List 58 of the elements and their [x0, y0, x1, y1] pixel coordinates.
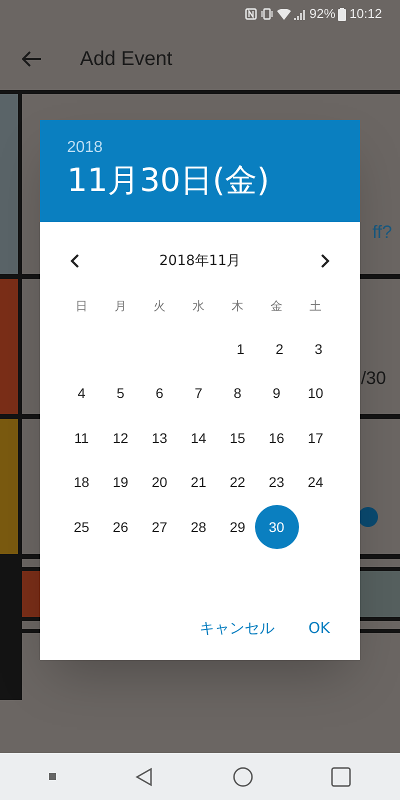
clock: 10:12: [349, 5, 382, 24]
calendar-day[interactable]: 7: [180, 376, 216, 412]
dialog-button[interactable]: キャンセル: [189, 610, 284, 646]
calendar-day[interactable]: 21: [180, 464, 216, 501]
calendar-day[interactable]: 18: [64, 464, 100, 501]
calendar-day[interactable]: 10: [298, 376, 334, 412]
calendar-day[interactable]: 16: [258, 420, 294, 456]
vibrate-icon: [260, 8, 274, 20]
calendar-day[interactable]: 9: [258, 376, 294, 412]
selected-date: 11月30日(金): [67, 160, 270, 201]
calendar-day[interactable]: 11: [64, 420, 100, 456]
calendar-day[interactable]: 13: [142, 420, 178, 456]
weekday-label: 火: [152, 298, 166, 315]
calendar-day[interactable]: 14: [180, 420, 216, 456]
back-icon[interactable]: [134, 766, 154, 786]
calendar-day[interactable]: 19: [102, 464, 138, 501]
month-title: 2018年11月: [159, 252, 241, 270]
nfc-icon: [245, 8, 258, 20]
calendar-day[interactable]: 22: [220, 464, 256, 501]
battery-icon: [338, 8, 346, 20]
calendar-day[interactable]: 5: [102, 376, 138, 412]
weekday-label: 水: [192, 298, 206, 315]
calendar-day[interactable]: 23: [258, 464, 294, 501]
calendar-day[interactable]: 28: [180, 509, 216, 546]
calendar-day[interactable]: 20: [142, 464, 178, 501]
date-value: /30: [360, 367, 386, 390]
calendar-day[interactable]: 27: [142, 509, 178, 546]
wifi-icon: [277, 8, 292, 20]
calendar-day[interactable]: 8: [220, 376, 256, 412]
chevron-right-icon[interactable]: [320, 254, 330, 268]
weekday-label: 金: [270, 298, 284, 315]
weekday-label: 月: [114, 298, 128, 315]
battery-percent: 92%: [309, 5, 336, 24]
calendar-day[interactable]: 26: [102, 509, 138, 546]
calendar-day[interactable]: 12: [102, 420, 138, 456]
home-icon[interactable]: [232, 766, 253, 786]
calendar-day[interactable]: 3: [300, 331, 336, 368]
calendar-day[interactable]: 1: [222, 331, 258, 368]
calendar-day[interactable]: 30: [254, 505, 298, 550]
weekday-label: 日: [74, 298, 88, 315]
color-block: [22, 571, 42, 617]
weekday-label: 木: [230, 298, 244, 315]
weekday-label: 土: [308, 298, 322, 315]
calendar-day[interactable]: 4: [64, 376, 100, 412]
calendar-day[interactable]: 2: [262, 331, 298, 368]
slider-knob[interactable]: [358, 506, 378, 526]
calendar-day[interactable]: 15: [220, 420, 256, 456]
calendar-day[interactable]: 29: [220, 509, 256, 546]
calendar-day[interactable]: 6: [142, 376, 178, 412]
back-arrow-icon[interactable]: [22, 51, 42, 67]
signal-icon: [294, 8, 306, 20]
calendar-day[interactable]: 24: [298, 464, 334, 501]
dialog-button[interactable]: OK: [298, 610, 340, 646]
screen-title: Add Event: [80, 47, 172, 72]
calendar-day[interactable]: 25: [64, 509, 100, 546]
calendar-day[interactable]: 17: [298, 420, 334, 456]
chevron-left-icon[interactable]: [70, 254, 80, 268]
recents-icon[interactable]: [330, 766, 351, 786]
